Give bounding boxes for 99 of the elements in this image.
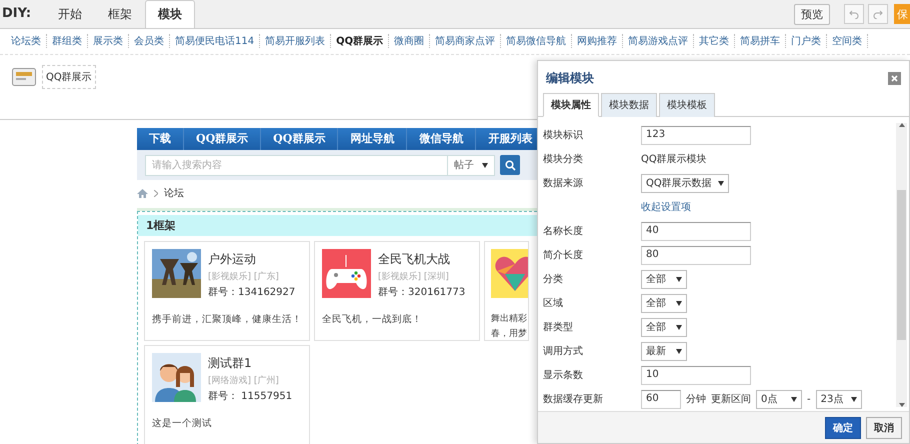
frame-title: 1框架 bbox=[138, 215, 537, 236]
group-description: 这是一个测试 bbox=[152, 417, 213, 430]
dropdown[interactable]: 全部 bbox=[641, 318, 687, 336]
caret-icon bbox=[791, 396, 797, 402]
gamepad-icon bbox=[322, 249, 371, 298]
caret-icon bbox=[676, 348, 682, 354]
text-input[interactable]: 123 bbox=[641, 126, 751, 144]
category-link[interactable]: 简易便民电话114 bbox=[170, 34, 260, 48]
group-name[interactable]: 全民飞机大战 bbox=[378, 251, 466, 268]
search-icon bbox=[504, 160, 516, 170]
group-number: 群号： 11557951 bbox=[208, 390, 292, 403]
tab[interactable]: 开始 bbox=[45, 0, 96, 28]
heart-icon bbox=[491, 249, 528, 298]
unit-label: 分钟 bbox=[686, 392, 706, 406]
caret-icon bbox=[676, 300, 682, 306]
field-label: 数据缓存更新 bbox=[543, 392, 604, 406]
scroll-down-icon[interactable] bbox=[898, 403, 904, 407]
dropdown[interactable]: 23点 bbox=[816, 390, 862, 408]
field-label: 简介长度 bbox=[543, 248, 584, 262]
dropdown[interactable]: 全部 bbox=[641, 294, 687, 312]
collapse-link[interactable]: 收起设置项 bbox=[641, 200, 896, 214]
field-label: 模块分类 bbox=[543, 152, 584, 166]
tab[interactable]: 模块属性 bbox=[543, 93, 599, 117]
field-label: 模块标识 bbox=[543, 128, 584, 142]
category-link[interactable]: 展示类 bbox=[88, 34, 129, 48]
field-label: 区域 bbox=[543, 296, 564, 310]
text-input[interactable]: 40 bbox=[641, 222, 751, 240]
field-label: 调用方式 bbox=[543, 344, 584, 358]
category-link[interactable]: 门户类 bbox=[786, 34, 828, 48]
field-value: QQ群展示模块 bbox=[641, 152, 708, 166]
group-name[interactable]: 户外运动 bbox=[208, 251, 296, 268]
diy-label: DIY: bbox=[2, 6, 32, 21]
field-label: 数据来源 bbox=[543, 176, 584, 190]
category-link[interactable]: QQ群展示 bbox=[331, 34, 390, 48]
search-field[interactable]: 请输入搜索内容 bbox=[145, 154, 447, 176]
range-label: 更新区间 bbox=[711, 392, 751, 406]
group-tags: [影视娱乐] [广东] bbox=[208, 270, 296, 283]
dropdown[interactable]: 0点 bbox=[756, 390, 802, 408]
search-type-dropdown[interactable]: 帖子 bbox=[447, 154, 495, 176]
category-link[interactable]: 论坛类 bbox=[6, 34, 47, 48]
group-description: 携手前进，汇聚顶峰，健康生活！ bbox=[152, 313, 302, 326]
category-link[interactable]: 其它类 bbox=[694, 34, 736, 48]
group-description: 全民飞机，一战到底！ bbox=[322, 313, 423, 326]
category-link[interactable]: 微商圈 bbox=[389, 34, 430, 48]
caret-icon bbox=[482, 162, 488, 168]
dialog-title: 编辑模块 bbox=[546, 70, 594, 87]
field-label: 群类型 bbox=[543, 320, 574, 334]
module-icon[interactable] bbox=[12, 68, 36, 86]
scrollbar[interactable] bbox=[896, 123, 907, 407]
redo-icon bbox=[873, 9, 883, 19]
category-link[interactable]: 简易游戏点评 bbox=[623, 34, 694, 48]
group-number: 群号：320161773 bbox=[378, 286, 466, 299]
undo-icon bbox=[849, 9, 859, 19]
caret-icon bbox=[676, 324, 682, 330]
tab[interactable]: 模块模板 bbox=[659, 93, 715, 117]
dropdown[interactable]: 全部 bbox=[641, 270, 687, 288]
field-label: 分类 bbox=[543, 272, 564, 286]
preview-button[interactable]: 预览 bbox=[794, 4, 830, 24]
category-link[interactable]: 会员类 bbox=[129, 34, 170, 48]
dropdown[interactable]: 最新 bbox=[641, 342, 687, 360]
close-button[interactable] bbox=[888, 72, 901, 85]
tab[interactable]: 框架 bbox=[95, 0, 146, 28]
text-input[interactable]: 60 bbox=[641, 390, 681, 408]
category-link[interactable]: 简易商家点评 bbox=[430, 34, 502, 48]
text-input[interactable]: 80 bbox=[641, 246, 751, 264]
tab[interactable]: 模块 bbox=[145, 0, 196, 28]
category-link[interactable]: 空间类 bbox=[827, 34, 868, 48]
dropdown[interactable]: QQ群展示数据 bbox=[641, 174, 729, 192]
home-icon[interactable] bbox=[137, 188, 148, 198]
search-button[interactable] bbox=[500, 155, 520, 175]
group-name[interactable]: 测试群1 bbox=[208, 355, 292, 372]
close-icon bbox=[891, 75, 898, 82]
range-separator: - bbox=[807, 394, 811, 404]
category-link[interactable]: 群组类 bbox=[47, 34, 88, 48]
chevron-icon bbox=[154, 190, 158, 196]
group-description: 春，用梦 bbox=[491, 328, 528, 340]
category-link[interactable]: 网购推荐 bbox=[572, 34, 624, 48]
people-icon bbox=[152, 353, 201, 402]
field-label: 显示条数 bbox=[543, 369, 584, 382]
caret-icon bbox=[718, 180, 724, 186]
group-description: 舞出精彩 bbox=[491, 312, 528, 325]
group-number: 群号：134162927 bbox=[208, 286, 296, 299]
category-link[interactable]: 简易微信导航 bbox=[501, 34, 572, 48]
field-label: 名称长度 bbox=[543, 224, 584, 238]
caret-icon bbox=[850, 396, 857, 402]
caret-icon bbox=[676, 276, 682, 282]
ok-button[interactable]: 确定 bbox=[825, 416, 861, 438]
cancel-button[interactable]: 取消 bbox=[866, 416, 902, 438]
tab[interactable]: 模块数据 bbox=[601, 93, 657, 117]
group-tags: [影视娱乐] [深圳] bbox=[378, 270, 466, 283]
category-link[interactable]: 简易拼车 bbox=[735, 34, 786, 48]
redo-button[interactable] bbox=[868, 4, 888, 24]
module-label[interactable]: QQ群展示 bbox=[42, 65, 96, 89]
category-link[interactable]: 简易开服列表 bbox=[260, 34, 332, 48]
undo-button[interactable] bbox=[844, 4, 864, 24]
group-tags: [网络游戏] [广州] bbox=[208, 374, 292, 387]
breadcrumb-link[interactable]: 论坛 bbox=[164, 186, 184, 200]
scroll-up-icon[interactable] bbox=[898, 123, 904, 127]
text-input[interactable]: 10 bbox=[641, 366, 751, 384]
